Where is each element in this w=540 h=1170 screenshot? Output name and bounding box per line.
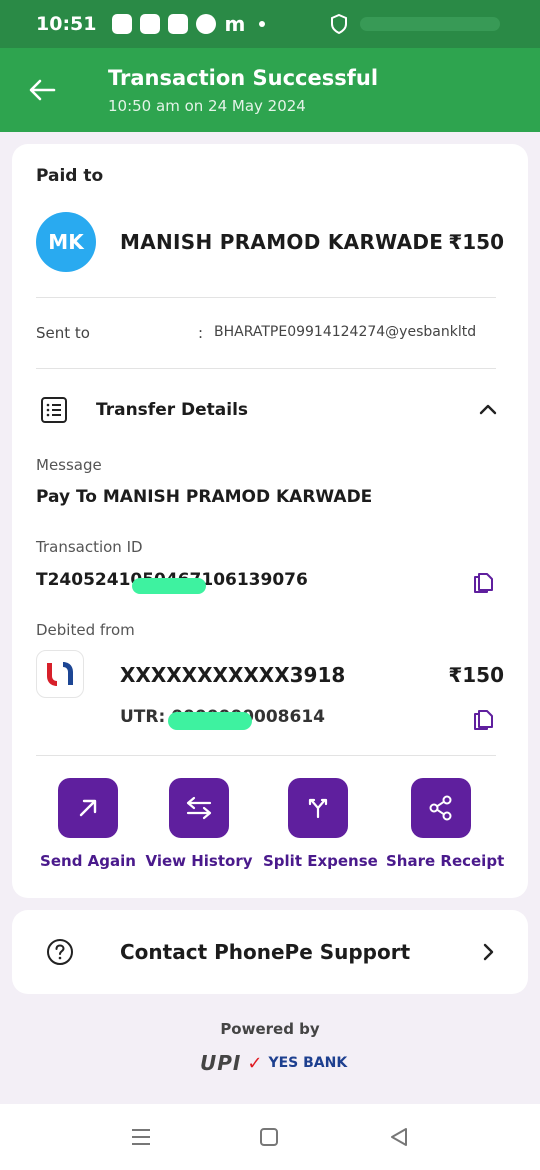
- recent-apps-icon[interactable]: [128, 1124, 154, 1150]
- divider: [36, 297, 496, 298]
- sent-to-label: Sent to: [36, 324, 90, 342]
- youtube-icon: [168, 14, 189, 34]
- back-arrow-icon[interactable]: [26, 74, 58, 106]
- payee-name: MANISH PRAMOD KARWADE: [120, 230, 444, 254]
- swap-arrows-icon[interactable]: [169, 778, 229, 838]
- paid-to-label: Paid to: [36, 166, 104, 186]
- contact-support-button[interactable]: Contact PhonePe Support: [12, 910, 528, 994]
- copy-icon[interactable]: [472, 706, 494, 730]
- m-app-icon: m: [224, 12, 246, 36]
- split-expense-button[interactable]: Split Expense: [263, 778, 378, 870]
- system-nav-bar: [0, 1104, 540, 1170]
- home-icon[interactable]: [256, 1124, 282, 1150]
- view-history-button[interactable]: View History: [144, 778, 254, 870]
- blurred-status: [360, 17, 500, 31]
- transaction-card: Paid to MK MANISH PRAMOD KARWADE ₹150 Se…: [12, 144, 528, 898]
- yes-bank-logo: YES BANK: [268, 1055, 348, 1071]
- status-time: 10:51: [36, 13, 97, 35]
- action-label: Share Receipt: [386, 852, 505, 870]
- redaction-mark: [132, 578, 206, 594]
- copy-icon[interactable]: [472, 569, 494, 593]
- debited-from-label: Debited from: [36, 621, 135, 639]
- vpn-shield-icon: [331, 14, 347, 34]
- messages-icon: [112, 14, 133, 34]
- chevron-up-icon[interactable]: [476, 398, 500, 422]
- redaction-mark: [168, 712, 252, 730]
- debited-amount: ₹150: [448, 663, 504, 687]
- share-icon[interactable]: [411, 778, 471, 838]
- notification-icons: m: [112, 12, 266, 36]
- message-label: Message: [36, 456, 102, 474]
- back-nav-icon[interactable]: [386, 1124, 412, 1150]
- instagram-icon: [140, 14, 161, 34]
- share-receipt-button[interactable]: Share Receipt: [386, 778, 505, 870]
- support-label: Contact PhonePe Support: [120, 940, 411, 964]
- status-bar: 10:51 m: [0, 0, 540, 48]
- account-number: XXXXXXXXXXX3918: [120, 663, 346, 687]
- split-icon[interactable]: [288, 778, 348, 838]
- upi-logo: UPI: [200, 1051, 242, 1075]
- yes-bank-tick-icon: ✓: [247, 1052, 263, 1074]
- transaction-id-label: Transaction ID: [36, 538, 143, 556]
- powered-by-label: Powered by: [220, 1020, 320, 1038]
- arrow-up-right-icon[interactable]: [58, 778, 118, 838]
- bank-logo: [36, 650, 84, 698]
- chevron-right-icon: [483, 943, 494, 961]
- divider: [36, 368, 496, 369]
- app-notification-icon: [196, 14, 217, 34]
- more-notifications-dot: [259, 21, 266, 27]
- transfer-details-title: Transfer Details: [96, 400, 249, 420]
- action-bar: Send Again View History Split Expense Sh…: [12, 778, 528, 878]
- action-label: Send Again: [40, 852, 136, 870]
- union-bank-logo-icon: [47, 662, 73, 686]
- recipient-upi-id: BHARATPE09914124274@yesbankltd: [214, 324, 477, 340]
- divider: [36, 755, 496, 756]
- partner-logos: UPI ✓ YES BANK: [200, 1050, 350, 1076]
- payee-avatar: MK: [36, 212, 96, 272]
- sent-to-colon: :: [198, 324, 204, 342]
- message-value: Pay To MANISH PRAMOD KARWADE: [36, 487, 373, 507]
- action-label: View History: [145, 852, 253, 870]
- receipt-list-icon: [41, 397, 67, 423]
- app-header: Transaction Successful 10:50 am on 24 Ma…: [0, 48, 540, 132]
- paid-amount: ₹150: [448, 230, 504, 254]
- send-again-button[interactable]: Send Again: [33, 778, 143, 870]
- action-label: Split Expense: [263, 852, 378, 870]
- help-icon: [47, 939, 73, 965]
- transaction-timestamp: 10:50 am on 24 May 2024: [108, 97, 306, 115]
- page-title: Transaction Successful: [108, 66, 379, 90]
